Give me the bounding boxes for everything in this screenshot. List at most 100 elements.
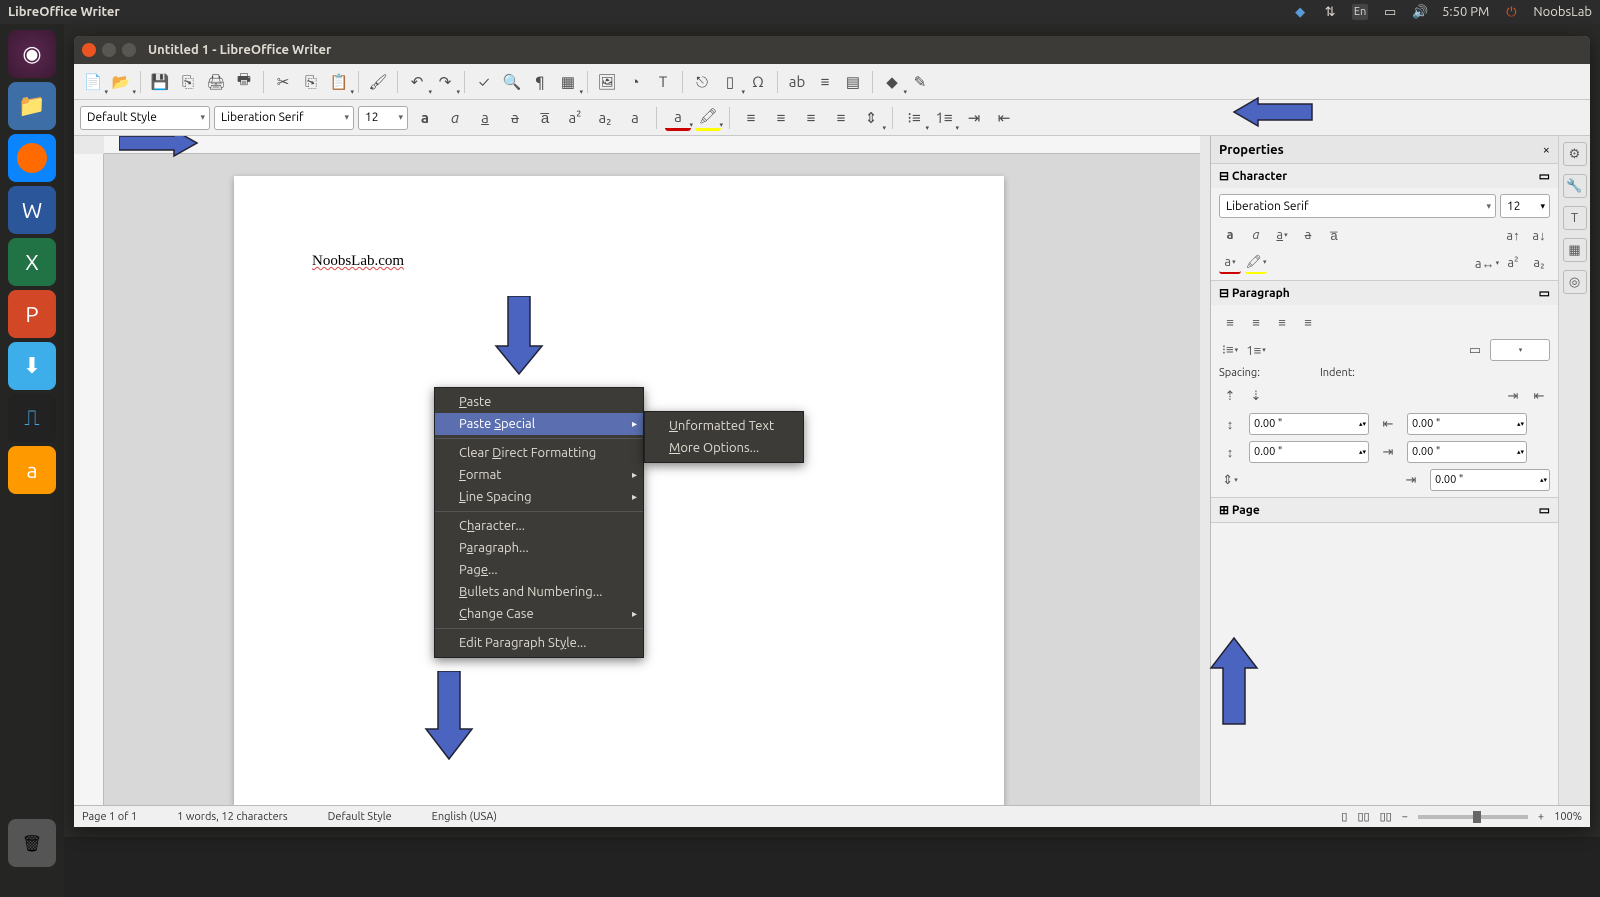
- ctx-more-options[interactable]: More Options...: [645, 437, 803, 459]
- equalizer-icon[interactable]: ⎍: [8, 394, 56, 442]
- align-right-button[interactable]: ≡: [798, 105, 824, 131]
- sidebar-gallery-tab[interactable]: ▦: [1563, 238, 1587, 262]
- sidebar-font-combo[interactable]: Liberation Serif: [1219, 194, 1496, 218]
- bookmark-button[interactable]: ▤: [840, 69, 866, 95]
- sidebar-char-spacing-button[interactable]: a↔: [1476, 252, 1498, 274]
- sidebar-decrease-font-button[interactable]: a↓: [1528, 224, 1550, 246]
- paste-button[interactable]: 📋: [326, 69, 352, 95]
- more-options-icon[interactable]: ▭: [1539, 503, 1550, 517]
- increase-spacing-icon[interactable]: ⇡: [1219, 385, 1241, 407]
- sidebar-highlight-button[interactable]: 🖍: [1245, 252, 1267, 274]
- hyperlink-button[interactable]: ab: [784, 69, 810, 95]
- chart-button[interactable]: ◔: [622, 69, 648, 95]
- sidebar-underline-button[interactable]: a: [1271, 224, 1293, 246]
- zoom-out-icon[interactable]: −: [1402, 811, 1408, 823]
- footnote-button[interactable]: ≡: [812, 69, 838, 95]
- sound-icon[interactable]: 🔊: [1412, 4, 1428, 20]
- window-titlebar[interactable]: Untitled 1 - LibreOffice Writer: [74, 36, 1590, 64]
- special-char-button[interactable]: Ω: [745, 69, 771, 95]
- vertical-ruler[interactable]: [74, 154, 104, 805]
- field-button[interactable]: ▯: [717, 69, 743, 95]
- zoom-value[interactable]: 100%: [1554, 811, 1582, 823]
- first-line-indent-spin[interactable]: 0.00 ": [1430, 469, 1550, 491]
- font-color-button[interactable]: a: [665, 105, 691, 131]
- ctx-bullets-numbering[interactable]: Bullets and Numbering...: [435, 581, 643, 603]
- sidebar-size-combo[interactable]: 12: [1500, 194, 1550, 218]
- paragraph-style-combo[interactable]: Default Style: [80, 106, 210, 130]
- highlight-button[interactable]: 🖍: [695, 105, 721, 131]
- ctx-format[interactable]: Format: [435, 464, 643, 486]
- ctx-change-case[interactable]: Change Case: [435, 603, 643, 625]
- zoom-slider[interactable]: [1418, 815, 1528, 819]
- more-options-icon[interactable]: ▭: [1539, 286, 1550, 300]
- bullet-list-button[interactable]: ⁝≡: [901, 105, 927, 131]
- view-single-page-icon[interactable]: ▯: [1341, 810, 1347, 823]
- align-center-button[interactable]: ≡: [768, 105, 794, 131]
- window-close-button[interactable]: [82, 43, 96, 57]
- sidebar-superscript-button[interactable]: a²: [1502, 252, 1524, 274]
- keyboard-lang-indicator[interactable]: En: [1352, 4, 1368, 20]
- sidebar-font-color-button[interactable]: a: [1219, 252, 1241, 274]
- clear-formatting-button[interactable]: a: [622, 105, 648, 131]
- excel-icon[interactable]: X: [8, 238, 56, 286]
- export-pdf-button[interactable]: ⎘: [175, 69, 201, 95]
- decrease-indent-button[interactable]: ⇤: [991, 105, 1017, 131]
- page-break-button[interactable]: ⎋: [689, 69, 715, 95]
- sidebar-align-right-button[interactable]: ≡: [1271, 311, 1293, 333]
- subscript-button[interactable]: a₂: [592, 105, 618, 131]
- network-icon[interactable]: ⇅: [1322, 4, 1338, 20]
- close-panel-icon[interactable]: ×: [1543, 143, 1550, 157]
- new-doc-button[interactable]: 📄: [80, 69, 106, 95]
- powerpoint-icon[interactable]: P: [8, 290, 56, 338]
- image-button[interactable]: 🖼: [594, 69, 620, 95]
- decrease-indent-icon[interactable]: ⇤: [1528, 385, 1550, 407]
- open-button[interactable]: 📂: [108, 69, 134, 95]
- sidebar-bullet-button[interactable]: ⁝≡: [1219, 339, 1241, 361]
- ctx-paste[interactable]: Paste: [435, 391, 643, 413]
- spacing-above-spin[interactable]: 0.00 ": [1249, 413, 1369, 435]
- sidebar-settings-tab[interactable]: ⚙: [1563, 142, 1587, 166]
- overline-button[interactable]: a̅: [532, 105, 558, 131]
- sidebar-strike-button[interactable]: a: [1297, 224, 1319, 246]
- spellcheck-button[interactable]: ✓: [471, 69, 497, 95]
- more-options-icon[interactable]: ▭: [1539, 169, 1550, 183]
- save-button[interactable]: 💾: [147, 69, 173, 95]
- copy-button[interactable]: ⎘: [298, 69, 324, 95]
- sidebar-bold-button[interactable]: a: [1219, 224, 1241, 246]
- decrease-spacing-icon[interactable]: ⇣: [1245, 385, 1267, 407]
- clock[interactable]: 5:50 PM: [1442, 5, 1489, 19]
- superscript-button[interactable]: a²: [562, 105, 588, 131]
- align-left-button[interactable]: ≡: [738, 105, 764, 131]
- messaging-icon[interactable]: ◆: [1292, 4, 1308, 20]
- page-section-header[interactable]: ⊞ Page ▭: [1211, 498, 1558, 522]
- view-multi-page-icon[interactable]: ▯▯: [1357, 810, 1369, 823]
- font-size-combo[interactable]: 12: [358, 106, 408, 130]
- ctx-page[interactable]: Page...: [435, 559, 643, 581]
- italic-button[interactable]: a: [442, 105, 468, 131]
- user-session[interactable]: NoobsLab: [1533, 5, 1592, 19]
- number-list-button[interactable]: 1≡: [931, 105, 957, 131]
- status-words[interactable]: 1 words, 12 characters: [177, 811, 288, 823]
- indent-right-spin[interactable]: 0.00 ": [1407, 441, 1527, 463]
- document-text[interactable]: NoobsLab.com: [312, 253, 404, 269]
- firefox-icon[interactable]: [8, 134, 56, 182]
- ctx-edit-paragraph-style[interactable]: Edit Paragraph Style...: [435, 632, 643, 654]
- dash-icon[interactable]: ◉: [8, 30, 56, 78]
- document-viewport[interactable]: NoobsLab.com: [104, 154, 1200, 805]
- sidebar-italic-button[interactable]: a: [1245, 224, 1267, 246]
- sidebar-bgcolor-button[interactable]: ▭: [1464, 339, 1486, 361]
- sidebar-numbering-button[interactable]: 1≡: [1245, 339, 1267, 361]
- status-lang[interactable]: English (USA): [432, 811, 497, 823]
- paragraph-section-header[interactable]: ⊟ Paragraph ▭: [1211, 281, 1558, 305]
- amazon-icon[interactable]: a: [8, 446, 56, 494]
- print-button[interactable]: 🖨: [203, 69, 229, 95]
- files-icon[interactable]: 📁: [8, 82, 56, 130]
- increase-indent-button[interactable]: ⇥: [961, 105, 987, 131]
- formatting-marks-button[interactable]: ¶: [527, 69, 553, 95]
- battery-icon[interactable]: ▭: [1382, 4, 1398, 20]
- status-style[interactable]: Default Style: [328, 811, 392, 823]
- spacing-below-spin[interactable]: 0.00 ": [1249, 441, 1369, 463]
- window-maximize-button[interactable]: [122, 43, 136, 57]
- sidebar-properties-tab[interactable]: 🔧: [1563, 174, 1587, 198]
- indent-left-spin[interactable]: 0.00 ": [1407, 413, 1527, 435]
